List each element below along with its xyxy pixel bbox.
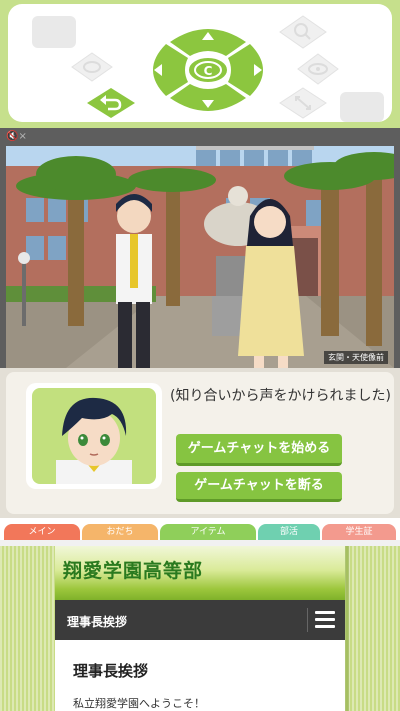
dialogue-box: (知り合いから声をかけられました) ゲームチャットを始める ゲームチャットを断る [6, 372, 394, 514]
empty-slot-right[interactable] [340, 92, 384, 122]
site-banner[interactable]: 翔愛学園高等部 [55, 546, 345, 600]
article-body: 私立翔愛学園へようこそ！ [73, 697, 205, 710]
nav-divider [307, 608, 308, 632]
controller-inner: C [8, 4, 392, 122]
portrait-frame [26, 383, 162, 489]
tab-items[interactable]: アイテム [160, 524, 256, 540]
article-heading: 理事長挨拶 [73, 662, 149, 680]
decline-game-chat-button[interactable]: ゲームチャットを断る [176, 472, 342, 502]
dpad-left-button[interactable] [153, 44, 188, 96]
location-label: 玄関・天使像前 [324, 351, 388, 364]
empty-slot-left[interactable] [32, 16, 76, 48]
expand-icon[interactable] [278, 86, 328, 120]
hamburger-menu-icon[interactable] [315, 611, 335, 629]
school-website: 翔愛学園高等部 理事長挨拶 理事長挨拶 私立翔愛学園へようこそ！ [55, 546, 345, 711]
start-game-chat-button[interactable]: ゲームチャットを始める [176, 434, 342, 466]
dpad: C [153, 29, 263, 111]
page-edge [345, 546, 349, 711]
site-title: 翔愛学園高等部 [63, 560, 204, 582]
tab-club[interactable]: 部活 [258, 524, 320, 540]
center-button-label: C [204, 64, 213, 78]
mute-icon[interactable]: 🔇× [6, 131, 27, 143]
dialogue-text: (知り合いから声をかけられました) [170, 388, 391, 404]
eye-toggle-icon[interactable] [70, 51, 114, 83]
tab-friends[interactable]: おだち [82, 524, 158, 540]
dpad-down-button[interactable] [170, 84, 246, 111]
dpad-right-button[interactable] [228, 44, 263, 96]
controller-panel: C [0, 0, 400, 128]
tab-main[interactable]: メイン [4, 524, 80, 540]
scene-frame [394, 146, 400, 368]
dialogue-panel: (知り合いから声をかけられました) ゲームチャットを始める ゲームチャットを断る [0, 368, 400, 518]
site-nav-bar: 理事長挨拶 [55, 600, 345, 640]
game-scene[interactable]: 玄関・天使像前 [6, 146, 394, 368]
tab-bar: メイン おだち アイテム 部活 学生証 [0, 518, 400, 540]
dpad-up-button[interactable] [170, 29, 246, 56]
dpad-center-button[interactable]: C [187, 56, 229, 84]
nav-page-title: 理事長挨拶 [67, 615, 128, 629]
eye-icon[interactable] [296, 52, 340, 86]
tab-student-id[interactable]: 学生証 [322, 524, 396, 540]
status-bar: 🔇× [0, 128, 400, 146]
scene-illustration [6, 146, 394, 368]
search-icon[interactable] [278, 14, 328, 50]
back-button[interactable] [86, 87, 136, 119]
character-portrait [32, 388, 156, 484]
